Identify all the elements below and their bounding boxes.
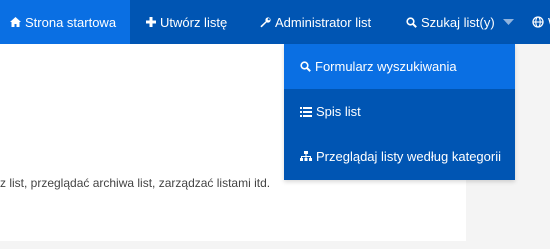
nav-create-list-label: Utwórz listę [160,14,228,30]
search-dropdown-menu: Formularz wyszukiwania Spis list Przeglą… [284,44,515,180]
plus-icon [146,17,156,27]
wrench-icon [260,16,271,28]
menu-item-search-form-label: Formularz wyszukiwania [315,59,457,74]
nav-list-admin[interactable]: Administrator list [250,0,390,44]
intro-text: z list, przeglądać archiwa list, zarządz… [0,176,271,190]
footer-strip [0,241,466,249]
menu-item-browse-categories[interactable]: Przeglądaj listy według kategorii [284,134,515,179]
menu-item-list-index[interactable]: Spis list [284,89,515,134]
nav-search-lists[interactable]: Szukaj list(y) [396,0,522,44]
nav-home-label: Strona startowa [25,14,117,30]
home-icon [10,17,21,27]
menu-item-list-index-label: Spis list [316,104,361,119]
nav-list-admin-label: Administrator list [275,14,372,30]
nav-language[interactable]: W [522,0,550,44]
nav-home[interactable]: Strona startowa [0,0,130,44]
search-icon [300,61,311,72]
nav-create-list[interactable]: Utwórz listę [136,0,244,44]
globe-icon [532,16,544,28]
search-icon [406,16,417,28]
chevron-down-icon [502,19,514,25]
top-navbar: Strona startowa Utwórz listę Administrat… [0,0,550,44]
menu-item-browse-categories-label: Przeglądaj listy według kategorii [316,149,501,164]
nav-search-lists-label: Szukaj list(y) [421,14,495,30]
menu-item-search-form[interactable]: Formularz wyszukiwania [284,44,515,89]
list-icon [300,106,312,117]
sitemap-icon [300,151,312,162]
